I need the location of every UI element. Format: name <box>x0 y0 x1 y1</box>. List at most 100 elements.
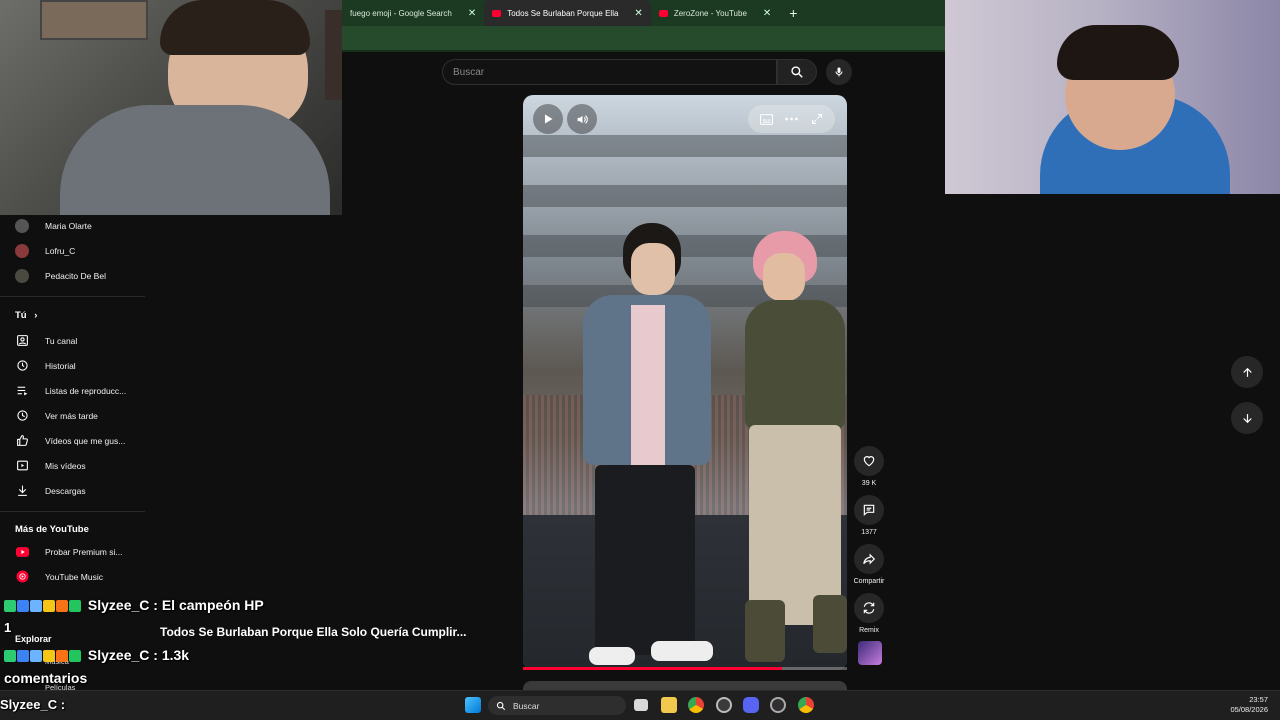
sound-thumbnail[interactable] <box>858 641 882 665</box>
microphone-icon <box>835 67 843 77</box>
close-tab-icon[interactable]: ✕ <box>468 8 476 19</box>
youtube-favicon-icon <box>658 9 668 17</box>
channel-avatar <box>15 243 29 258</box>
remix-action[interactable]: Remix <box>852 593 886 634</box>
streamer-hair <box>160 0 310 55</box>
steam-icon[interactable] <box>716 697 732 713</box>
share-icon <box>863 553 876 565</box>
tab-google-search[interactable]: fuego emoji - Google Search ✕ <box>342 0 484 26</box>
youtube-premium-icon <box>15 546 29 557</box>
right-figure-boot <box>813 595 847 653</box>
sidebar-item-downloads[interactable]: Descargas <box>0 478 145 503</box>
chat-message: Slyzee_C : El campeón HP <box>4 597 264 613</box>
sidebar-item-my-videos[interactable]: Mis vídeos <box>0 453 145 478</box>
right-figure-tank-top <box>745 300 845 430</box>
thumbs-up-icon <box>16 435 28 446</box>
search-button[interactable] <box>777 59 817 85</box>
sidebar-you-heading[interactable]: Tú › <box>15 310 37 321</box>
sidebar-item-pedacito-de-bel[interactable]: Pedacito De Bel <box>0 263 145 288</box>
sidebar-item-label: Mis vídeos <box>45 460 86 471</box>
tab-label: Todos Se Burlaban Porque Ella <box>507 8 619 18</box>
share-action[interactable]: Compartir <box>852 544 886 585</box>
search-input[interactable]: Buscar <box>442 59 777 85</box>
right-figure-face <box>763 253 805 301</box>
play-button[interactable] <box>533 104 563 134</box>
sidebar-item-label: Vídeos que me gus... <box>45 435 126 446</box>
video-progress-fill <box>523 667 783 670</box>
chat-badges <box>4 600 81 613</box>
sidebar-item-label: Probar Premium si... <box>45 546 123 557</box>
sidebar-item-playlists[interactable]: Listas de reproducc... <box>0 378 145 403</box>
streamer-webcam <box>0 0 342 215</box>
tab-zerozone[interactable]: ZeroZone - YouTube ✕ <box>651 0 779 26</box>
sidebar-item-label: Maria Olarte <box>45 220 92 231</box>
play-icon <box>545 114 553 124</box>
section-heading-label: Tú <box>15 310 27 321</box>
left-figure-pants <box>595 465 695 655</box>
sidebar-item-label: Pedacito De Bel <box>45 270 106 281</box>
guest-webcam <box>945 0 1280 194</box>
my-videos-icon <box>16 460 28 471</box>
volume-icon <box>577 114 588 124</box>
close-tab-icon[interactable]: ✕ <box>763 8 771 19</box>
left-figure-shirt <box>631 305 665 465</box>
right-figure-boot <box>745 600 785 662</box>
video-progress-bar[interactable] <box>523 667 847 670</box>
tab-label: fuego emoji - Google Search <box>350 8 452 18</box>
previous-short-button[interactable] <box>1231 356 1263 388</box>
close-tab-icon[interactable]: ✕ <box>634 8 642 19</box>
remix-label: Remix <box>859 627 879 634</box>
browser-tab-strip: fuego emoji - Google Search ✕ Todos Se B… <box>342 0 945 26</box>
chat-username: Slyzee_C : <box>87 647 158 663</box>
obs-icon[interactable] <box>770 697 786 713</box>
taskbar-search[interactable]: Buscar <box>488 696 626 715</box>
channel-avatar <box>15 218 29 233</box>
search-icon <box>496 701 506 710</box>
sidebar-item-youtube-music[interactable]: YouTube Music <box>0 564 145 589</box>
volume-button[interactable] <box>567 104 597 134</box>
taskbar-search-label: Buscar <box>513 700 540 711</box>
sidebar-item-lofru-c[interactable]: Lofru_C <box>0 238 145 263</box>
arrow-down-icon <box>1242 413 1252 423</box>
new-tab-icon[interactable]: + <box>789 5 797 21</box>
remix-icon <box>863 602 875 614</box>
left-figure-shoe <box>589 647 635 665</box>
voice-search-button[interactable] <box>826 59 852 85</box>
download-icon <box>17 485 27 496</box>
sidebar-item-watch-later[interactable]: Ver más tarde <box>0 403 145 428</box>
sidebar-divider <box>0 511 145 512</box>
sidebar-item-label: Lofru_C <box>45 245 76 256</box>
taskbar-clock[interactable]: 23:57 05/08/2026 <box>1230 695 1268 715</box>
comments-action[interactable]: 1377 <box>852 495 886 536</box>
more-options-icon[interactable] <box>785 117 799 121</box>
streamer-shirt <box>60 105 330 215</box>
left-figure-shoe <box>651 641 713 661</box>
youtube-favicon-icon <box>492 9 502 17</box>
sidebar-item-premium[interactable]: Probar Premium si... <box>0 539 145 564</box>
guest-hair <box>1057 25 1179 80</box>
windows-start-icon[interactable] <box>465 697 481 713</box>
tab-current-video[interactable]: Todos Se Burlaban Porque Ella ✕ <box>484 0 651 26</box>
arrow-up-icon <box>1242 367 1252 377</box>
sidebar-item-maria-olarte[interactable]: Maria Olarte <box>0 213 145 238</box>
address-bar[interactable] <box>342 26 945 52</box>
discord-icon[interactable] <box>743 697 759 713</box>
playlists-icon <box>17 386 27 396</box>
search-placeholder: Buscar <box>453 66 485 78</box>
short-video-player[interactable] <box>523 95 847 670</box>
captions-icon[interactable] <box>760 113 774 125</box>
file-explorer-icon[interactable] <box>661 697 677 713</box>
sidebar-item-liked-videos[interactable]: Vídeos que me gus... <box>0 428 145 453</box>
fullscreen-icon[interactable] <box>811 113 823 125</box>
sidebar-item-your-channel[interactable]: Tu canal <box>0 328 145 353</box>
chrome-active-icon[interactable] <box>798 697 814 713</box>
channel-icon <box>16 335 28 346</box>
next-short-button[interactable] <box>1231 402 1263 434</box>
like-action[interactable]: 39 K <box>852 446 886 487</box>
task-view-icon[interactable] <box>634 699 648 711</box>
youtube-music-icon <box>16 570 28 583</box>
clock-time: 23:57 <box>1249 695 1268 704</box>
sidebar-item-history[interactable]: Historial <box>0 353 145 378</box>
like-count: 39 K <box>861 480 877 487</box>
chrome-icon[interactable] <box>688 697 704 713</box>
